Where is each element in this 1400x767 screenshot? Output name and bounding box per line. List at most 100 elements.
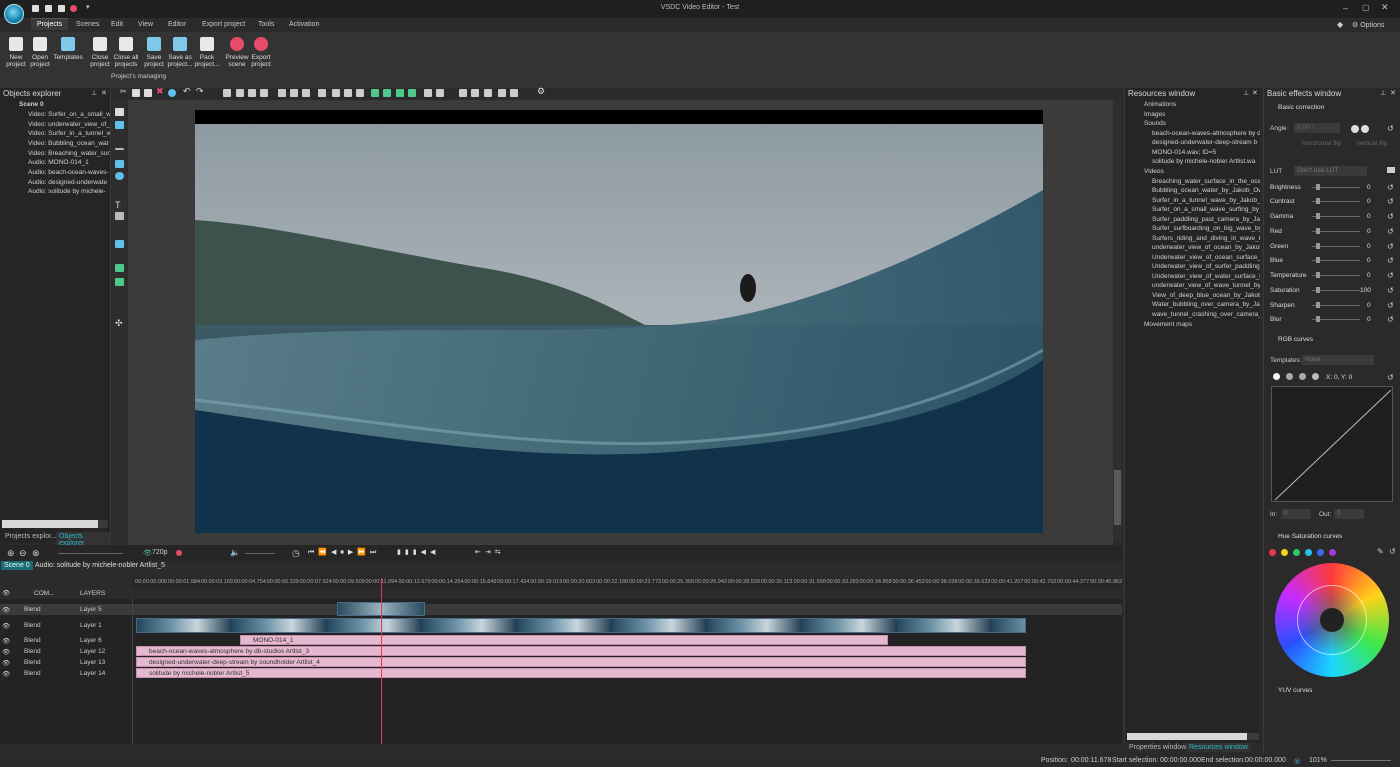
video-item[interactable]: Bubbling_ocean_water_by_Jakob_Ow <box>1152 187 1260 194</box>
reset-icon[interactable]: ↺ <box>1387 373 1394 382</box>
curve-channel-blue[interactable] <box>1312 373 1319 380</box>
tree-item[interactable]: Audio: designed-underwate <box>28 179 110 186</box>
rotate-right-icon[interactable] <box>1361 125 1369 133</box>
ellipse-icon[interactable] <box>115 172 124 180</box>
move-down-icon[interactable] <box>383 89 391 97</box>
video-item[interactable]: underwater_view_of_wave_tunnel_by_ <box>1152 282 1260 289</box>
curve-channel-red[interactable] <box>1286 373 1293 380</box>
pointer-icon[interactable] <box>115 108 124 116</box>
layer-name[interactable]: Layer 13 <box>80 659 105 666</box>
sound-item[interactable]: solitude by michele-nobler Artlist.wa <box>1152 158 1260 165</box>
pin-icon[interactable]: ⊥ <box>1380 89 1386 97</box>
move-top-icon[interactable] <box>396 89 404 97</box>
menu-editor[interactable]: Editor <box>168 21 186 28</box>
export-project-button[interactable]: Export project <box>249 37 273 68</box>
horizontal-scrollbar[interactable] <box>1127 733 1259 740</box>
curve-channel-green[interactable] <box>1299 373 1306 380</box>
layer-name[interactable]: Layer 12 <box>80 648 105 655</box>
video-clip[interactable] <box>136 618 1026 633</box>
menu-edit[interactable]: Edit <box>111 21 123 28</box>
video-item[interactable]: Underwater_view_of_surfer_paddling_ <box>1152 263 1260 270</box>
blend-mode[interactable]: Blend <box>24 606 41 613</box>
record-icon[interactable] <box>176 550 182 556</box>
video-item[interactable]: underwater_view_of_ocean_by_Jakob <box>1152 244 1260 251</box>
templates-button[interactable]: Templates <box>52 37 84 61</box>
line-icon[interactable] <box>115 148 124 150</box>
video-item[interactable]: Surfer_in_a_tunnel_wave_by_Jakob_Ow <box>1152 197 1260 204</box>
color-yellow[interactable] <box>1281 549 1288 556</box>
folder-icon[interactable] <box>1387 167 1395 173</box>
rgb-curves-header[interactable]: RGB curves <box>1278 336 1313 343</box>
zoom-icon[interactable]: ◎ <box>1294 757 1300 765</box>
panel-close-icon[interactable]: ✕ <box>1252 89 1258 97</box>
movement-maps-node[interactable]: Movement maps <box>1144 321 1192 328</box>
animations-node[interactable]: Animations <box>1144 101 1176 108</box>
zoom-slider[interactable] <box>58 553 123 554</box>
distribute-icon[interactable] <box>332 89 340 97</box>
out-input[interactable]: 0 <box>1334 509 1364 519</box>
pin-icon[interactable]: ⊥ <box>91 89 97 97</box>
audio-clip-beach[interactable]: beach-ocean-waves-atmosphere by db-studi… <box>136 646 1026 656</box>
tree-item[interactable]: Video: Breaching_water_surf <box>28 150 110 157</box>
copy-icon[interactable] <box>132 89 140 97</box>
crop-icon[interactable] <box>484 89 492 97</box>
hue-saturation-header[interactable]: Hue Saturation curves <box>1278 533 1342 540</box>
eyedropper-icon[interactable]: ✎ <box>1377 547 1384 556</box>
eye-icon[interactable]: 👁 <box>2 589 10 597</box>
layer-name[interactable]: Layer 5 <box>80 606 102 613</box>
blend-mode[interactable]: Blend <box>24 659 41 666</box>
close-all-projects-button[interactable]: Close all projects <box>112 37 140 68</box>
hflip-checkbox[interactable]: Horizontal flip <box>1302 140 1341 147</box>
color-blue[interactable] <box>1317 549 1324 556</box>
audio-clip-designed[interactable]: designed-underwater-deep-stream by sound… <box>136 657 1026 667</box>
audio-clip-solitude[interactable]: solitude by michele-nobler Artlist_5 <box>136 668 1026 678</box>
hue-wheel[interactable] <box>1275 563 1389 677</box>
menu-view[interactable]: View <box>138 21 153 28</box>
align-icon[interactable] <box>278 89 286 97</box>
reset-icon[interactable]: ↺ <box>1387 286 1394 295</box>
panel-close-icon[interactable]: ✕ <box>1390 89 1396 97</box>
crop-icon[interactable] <box>471 89 479 97</box>
resolution-select[interactable]: 720p <box>152 549 168 556</box>
ungroup-icon[interactable] <box>436 89 444 97</box>
panel-close-icon[interactable]: ✕ <box>101 89 107 97</box>
reset-icon[interactable]: ↺ <box>1387 227 1394 236</box>
reset-icon[interactable]: ↺ <box>1387 197 1394 206</box>
tree-item[interactable]: Video: underwater_view_of_ <box>28 121 110 128</box>
tree-item[interactable]: Video: Surfer_in_a_tunnel_wa <box>28 130 110 137</box>
menu-activation[interactable]: Activation <box>289 21 319 28</box>
save-as-project-button[interactable]: Save as project... <box>166 37 194 68</box>
reset-icon[interactable]: ↺ <box>1387 183 1394 192</box>
group-icon[interactable] <box>424 89 432 97</box>
undo-icon[interactable]: ↶ <box>183 86 191 96</box>
scene-node[interactable]: Scene 0 <box>19 101 44 108</box>
video-preview[interactable] <box>195 110 1043 533</box>
layer-name[interactable]: Layer 6 <box>80 637 102 644</box>
tab-audio-object[interactable]: Audio: solitude by michele-nobler Artlis… <box>32 561 168 570</box>
track-row[interactable]: 👁 Blend Layer 5 <box>0 604 1122 615</box>
sound-item[interactable]: designed-underwater-deep-stream b <box>1152 139 1260 146</box>
reset-icon[interactable]: ↺ <box>1387 301 1394 310</box>
copy-icon[interactable] <box>58 5 65 12</box>
settings-icon[interactable]: ⚙ <box>537 86 545 96</box>
video-item[interactable]: wave_tunnel_crashing_over_camera_b <box>1152 311 1260 318</box>
color-red[interactable] <box>1269 549 1276 556</box>
audio-clip-mono[interactable]: MONO-014_1 <box>240 635 888 645</box>
reset-icon[interactable]: ↺ <box>1389 547 1396 556</box>
align-icon[interactable] <box>290 89 298 97</box>
reset-icon[interactable]: ↺ <box>1387 242 1394 251</box>
video-item[interactable]: Water_bubbling_over_camera_by_Jak <box>1152 301 1260 308</box>
tree-item[interactable]: Audio: MONO-014_1 <box>28 159 110 166</box>
menu-projects[interactable]: Projects <box>31 18 69 30</box>
images-node[interactable]: Images <box>1144 111 1165 118</box>
align-icon[interactable] <box>248 89 256 97</box>
crop-icon[interactable] <box>459 89 467 97</box>
tree-item[interactable]: Audio: beach-ocean-waves- <box>28 169 110 176</box>
minimize-icon[interactable]: – <box>1343 3 1348 13</box>
crop-icon[interactable] <box>498 89 506 97</box>
volume-slider[interactable] <box>245 553 275 554</box>
distribute-icon[interactable] <box>356 89 364 97</box>
blend-mode[interactable]: Blend <box>24 622 41 629</box>
video-item[interactable]: Surfers_riding_and_diving_in_wave_by <box>1152 235 1260 242</box>
zoom-slider[interactable] <box>1331 760 1391 761</box>
